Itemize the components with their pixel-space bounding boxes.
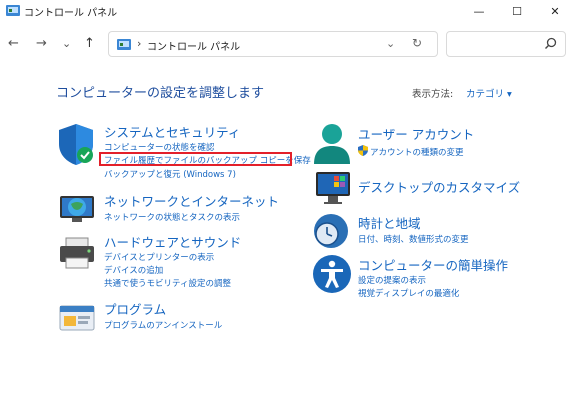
close-button[interactable]: ✕ (536, 0, 574, 22)
maximize-button[interactable]: ☐ (498, 0, 536, 22)
category-network-internet[interactable]: ネットワークとインターネット (104, 191, 279, 210)
back-button[interactable]: ← (8, 36, 19, 52)
link-add-device[interactable]: デバイスの追加 (104, 264, 163, 276)
title-bar: コントロール パネル — ☐ ✕ (0, 0, 574, 22)
network-globe-icon[interactable] (58, 190, 96, 226)
link-change-account-type[interactable]: アカウントの種類の変更 (370, 146, 464, 158)
link-uninstall-program[interactable]: プログラムのアンインストール (104, 319, 222, 331)
page-title: コンピューターの設定を調整します (56, 86, 265, 101)
breadcrumb-separator-icon: › (137, 37, 142, 50)
ease-of-access-icon[interactable] (312, 254, 352, 294)
desktop-customize-icon[interactable] (314, 170, 352, 206)
category-user-accounts[interactable]: ユーザー アカウント (358, 124, 474, 143)
view-by-dropdown[interactable]: カテゴリ ▾ (466, 86, 512, 100)
control-panel-icon (6, 5, 20, 16)
link-devices-printers[interactable]: デバイスとプリンターの表示 (104, 251, 214, 263)
user-accounts-icon[interactable] (312, 122, 352, 166)
printer-icon[interactable] (58, 236, 96, 270)
clock-globe-icon[interactable] (312, 212, 350, 250)
up-button[interactable]: ↑ (84, 36, 95, 52)
uac-shield-icon (358, 145, 368, 156)
forward-button[interactable]: → (36, 36, 47, 52)
link-optimize-display[interactable]: 視覚ディスプレイの最適化 (358, 287, 459, 299)
search-input[interactable] (446, 31, 566, 57)
address-bar[interactable]: › コントロール パネル ⌄ ↻ (108, 31, 438, 57)
link-mobility-settings[interactable]: 共通で使うモビリティ設定の調整 (104, 277, 231, 289)
breadcrumb[interactable]: コントロール パネル (147, 38, 240, 53)
category-system-security[interactable]: システムとセキュリティ (104, 122, 240, 141)
search-icon (545, 37, 557, 49)
link-date-time-format[interactable]: 日付、時刻、数値形式の変更 (358, 233, 469, 245)
minimize-button[interactable]: — (460, 0, 498, 22)
window-title: コントロール パネル (24, 8, 118, 19)
recent-locations-button[interactable]: ⌄ (62, 36, 71, 52)
category-clock-region[interactable]: 時計と地域 (358, 213, 421, 232)
category-ease-of-access[interactable]: コンピューターの簡単操作 (358, 255, 508, 274)
highlight-box (99, 152, 292, 166)
link-backup-restore[interactable]: バックアップと復元 (Windows 7) (104, 168, 236, 180)
category-appearance[interactable]: デスクトップのカスタマイズ (358, 177, 520, 196)
view-by-label: 表示方法: (412, 89, 454, 100)
link-network-status[interactable]: ネットワークの状態とタスクの表示 (104, 211, 240, 223)
category-hardware-sound[interactable]: ハードウェアとサウンド (104, 232, 241, 251)
programs-icon[interactable] (58, 302, 96, 334)
security-shield-icon[interactable] (56, 122, 96, 166)
chevron-down-icon[interactable]: ⌄ (386, 37, 395, 50)
link-settings-suggestions[interactable]: 設定の提案の表示 (358, 274, 426, 286)
category-programs[interactable]: プログラム (104, 299, 166, 318)
control-panel-icon (117, 39, 131, 50)
refresh-icon[interactable]: ↻ (412, 36, 422, 50)
